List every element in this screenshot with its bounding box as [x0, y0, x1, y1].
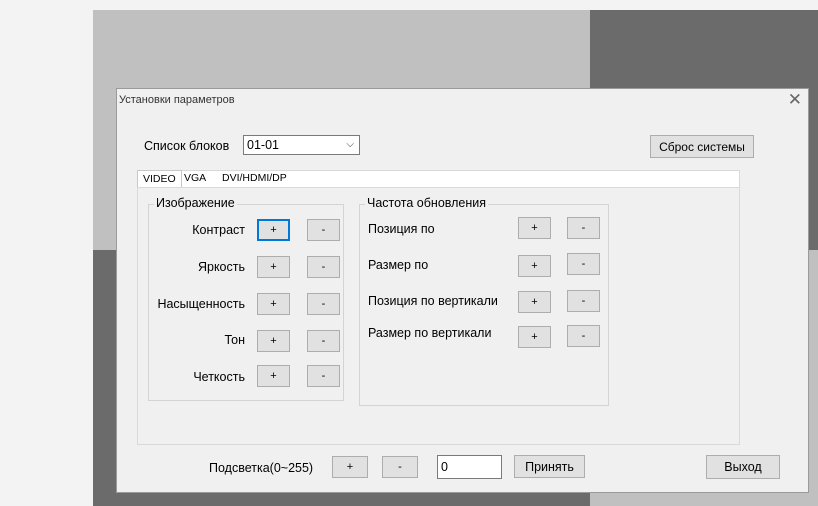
h-position-label: Позиция по — [368, 222, 435, 236]
title-bar: Установки параметров ✕ — [117, 89, 808, 113]
saturation-plus-button[interactable]: + — [257, 293, 290, 315]
brightness-label: Яркость — [197, 260, 245, 274]
h-position-minus-button[interactable]: - — [567, 217, 600, 239]
saturation-minus-button[interactable]: - — [307, 293, 340, 315]
h-size-plus-button[interactable]: + — [518, 255, 551, 277]
image-group-title: Изображение — [154, 196, 237, 210]
saturation-label: Насыщенность — [157, 297, 245, 311]
tab-video[interactable]: VIDEO — [137, 170, 182, 188]
v-size-plus-button[interactable]: + — [518, 326, 551, 348]
backlight-minus-button[interactable]: - — [382, 456, 418, 478]
desktop-left-area — [0, 0, 93, 506]
tab-dvi-hdmi-dp[interactable]: DVI/HDMI/DP — [217, 170, 292, 187]
exit-button[interactable]: Выход — [706, 455, 780, 479]
refresh-group: Частота обновления Позиция по + - Размер… — [359, 196, 609, 406]
contrast-plus-button[interactable]: + — [257, 219, 290, 241]
hue-label: Тон — [224, 333, 245, 347]
image-group: Изображение Контраст + - Яркость + - Нас… — [148, 196, 344, 401]
tab-vga[interactable]: VGA — [179, 170, 211, 187]
hue-minus-button[interactable]: - — [307, 330, 340, 352]
block-list-label: Список блоков — [144, 139, 230, 153]
backlight-plus-button[interactable]: + — [332, 456, 368, 478]
video-tab-panel: Изображение Контраст + - Яркость + - Нас… — [137, 187, 740, 445]
v-size-minus-button[interactable]: - — [567, 325, 600, 347]
contrast-label: Контраст — [192, 223, 245, 237]
v-position-label: Позиция по вертикали — [368, 294, 498, 308]
h-size-label: Размер по — [368, 258, 429, 272]
v-position-plus-button[interactable]: + — [518, 291, 551, 313]
close-icon[interactable]: ✕ — [788, 90, 802, 110]
parameters-dialog: Установки параметров ✕ Список блоков 01-… — [116, 88, 809, 493]
hue-plus-button[interactable]: + — [257, 330, 290, 352]
backlight-value-input[interactable] — [437, 455, 502, 479]
apply-button[interactable]: Принять — [514, 455, 585, 478]
dialog-title: Установки параметров — [119, 94, 235, 106]
brightness-minus-button[interactable]: - — [307, 256, 340, 278]
reset-system-button[interactable]: Сброс системы — [650, 135, 754, 158]
block-list-value: 01-01 — [247, 138, 279, 152]
v-size-label: Размер по вертикали — [368, 326, 492, 340]
v-position-minus-button[interactable]: - — [567, 290, 600, 312]
block-list-select[interactable]: 01-01 ⌵ — [243, 135, 360, 155]
sharpness-label: Четкость — [193, 370, 245, 384]
sharpness-minus-button[interactable]: - — [307, 365, 340, 387]
contrast-minus-button[interactable]: - — [307, 219, 340, 241]
chevron-down-icon: ⌵ — [346, 139, 354, 150]
h-position-plus-button[interactable]: + — [518, 217, 551, 239]
h-size-minus-button[interactable]: - — [567, 253, 600, 275]
sharpness-plus-button[interactable]: + — [257, 365, 290, 387]
refresh-group-title: Частота обновления — [365, 196, 489, 210]
brightness-plus-button[interactable]: + — [257, 256, 290, 278]
backlight-label: Подсветка(0~255) — [209, 461, 314, 475]
